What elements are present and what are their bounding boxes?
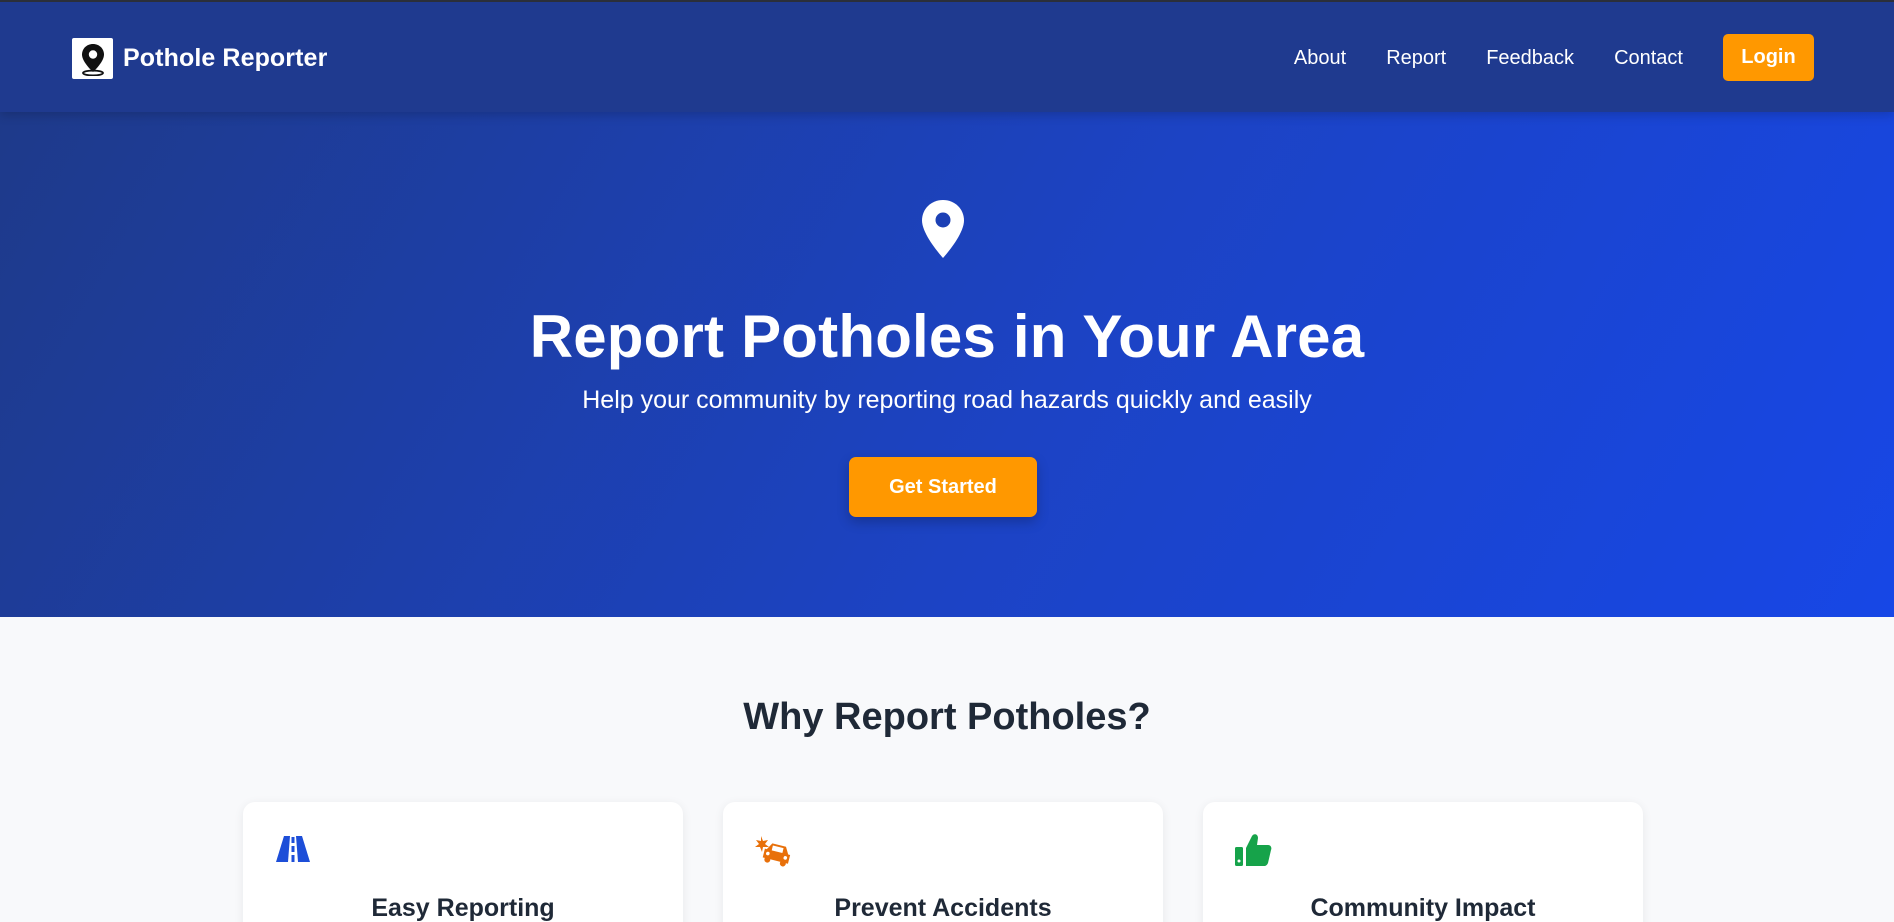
brand-link[interactable]: Pothole Reporter (72, 38, 327, 79)
hero-subtitle: Help your community by reporting road ha… (582, 386, 1312, 414)
hero-title: Report Potholes in Your Area (529, 303, 1365, 370)
feature-card-prevent-accidents: Prevent Accidents (723, 802, 1163, 922)
feature-card-title: Prevent Accidents (834, 894, 1052, 922)
thumbs-up-icon (1233, 832, 1273, 868)
car-crash-icon (753, 832, 793, 868)
hero-section: Report Potholes in Your Area Help your c… (0, 112, 1894, 617)
brand-name: Pothole Reporter (123, 44, 328, 72)
feature-card-community-impact: Community Impact (1203, 802, 1643, 922)
main-nav: About Report Feedback Contact Login (1294, 34, 1814, 81)
top-navbar: Pothole Reporter About Report Feedback C… (0, 0, 1894, 112)
nav-link-contact[interactable]: Contact (1614, 35, 1683, 81)
map-pin-icon (72, 38, 113, 79)
get-started-button[interactable]: Get Started (849, 457, 1037, 517)
features-heading: Why Report Potholes? (743, 696, 1151, 738)
map-marker-icon (919, 198, 967, 260)
nav-link-feedback[interactable]: Feedback (1486, 35, 1574, 81)
feature-card-title: Community Impact (1310, 894, 1536, 922)
nav-link-about[interactable]: About (1294, 35, 1346, 81)
feature-card-easy-reporting: Easy Reporting (243, 802, 683, 922)
login-button[interactable]: Login (1723, 34, 1814, 81)
nav-link-report[interactable]: Report (1386, 35, 1446, 81)
road-icon (273, 832, 313, 868)
feature-card-title: Easy Reporting (371, 894, 555, 922)
